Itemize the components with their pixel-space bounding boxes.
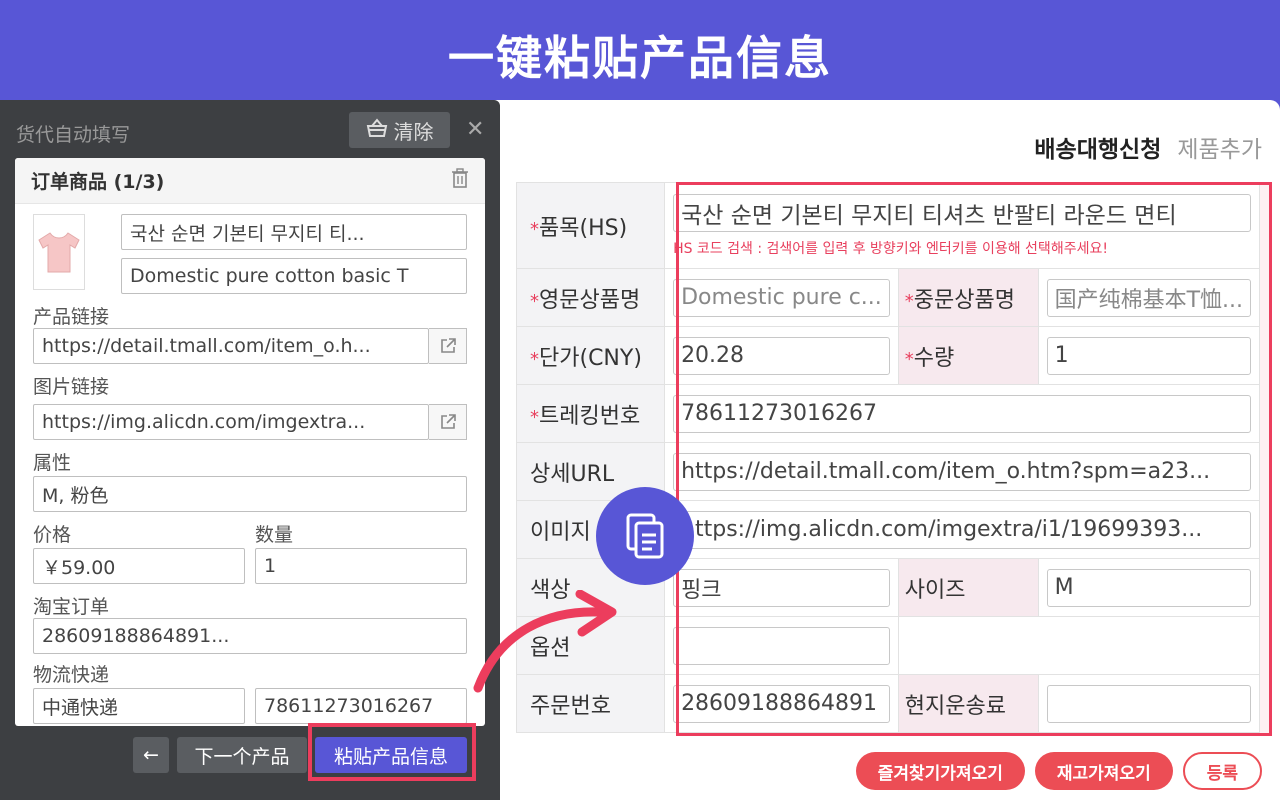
qty-label: *수량 xyxy=(897,326,1039,385)
detail-url-input[interactable]: https://detail.tmall.com/item_o.htm?spm=… xyxy=(673,452,1251,491)
en-name-label: *영문상품명 xyxy=(515,268,666,327)
load-stock-button[interactable]: 재고가져오기 xyxy=(1034,752,1173,790)
attributes-field[interactable]: M, 粉色 xyxy=(33,476,467,512)
color-input[interactable]: 핑크 xyxy=(673,568,890,607)
option-input[interactable] xyxy=(673,626,890,665)
tracking-label: *트레킹번호 xyxy=(515,384,666,443)
extension-title: 货代自动填写 xyxy=(16,124,131,146)
taobao-order-field[interactable]: 28609188864891... xyxy=(33,618,467,654)
product-thumbnail xyxy=(33,214,85,290)
price-input[interactable]: 20.28 xyxy=(673,336,890,375)
logistics-label: 物流快递 xyxy=(33,664,110,686)
en-name-input[interactable]: Domestic pure c... xyxy=(673,278,890,317)
taobao-order-label: 淘宝订单 xyxy=(33,596,110,618)
order-no-input[interactable]: 28609188864891 xyxy=(673,684,890,723)
price-label: *단가(CNY) xyxy=(515,326,666,385)
price-field[interactable]: ￥59.00 xyxy=(33,548,245,584)
qty-input[interactable]: 1 xyxy=(1046,336,1251,375)
trash-icon[interactable] xyxy=(451,168,469,193)
product-link-field[interactable]: https://detail.tmall.com/item_o.h... xyxy=(33,328,429,364)
register-button[interactable]: 등록 xyxy=(1182,752,1262,790)
banner-title: 一键粘贴产品信息 xyxy=(448,31,832,85)
curved-arrow-icon xyxy=(473,590,617,693)
image-link-field[interactable]: https://img.alicdn.com/imgextra... xyxy=(33,404,429,440)
autofill-extension-panel: 货代自动填写 清除 ✕ 订单商品 (1/3) 국산 순면 기본티 무지티 티..… xyxy=(0,100,500,800)
next-product-button[interactable]: 下一个产品 xyxy=(177,737,307,773)
card-header: 订单商品 (1/3) xyxy=(15,158,485,204)
tracking-field[interactable]: 78611273016267 xyxy=(255,688,467,724)
load-favorites-button[interactable]: 즐겨찾기가져오기 xyxy=(855,752,1025,790)
card-title: 订单商品 (1/3) xyxy=(31,171,165,193)
basket-icon xyxy=(366,117,388,143)
tshirt-icon xyxy=(38,232,80,273)
carrier-field[interactable]: 中通快递 xyxy=(33,688,245,724)
product-name-en-field[interactable]: Domestic pure cotton basic T xyxy=(121,258,467,294)
hs-hint: HS 코드 검색 : 검색어를 입력 후 방향키와 엔터키를 이용해 선택해주세… xyxy=(673,240,1108,257)
image-link-label: 图片链接 xyxy=(33,376,110,398)
order-product-card: 订单商品 (1/3) 국산 순면 기본티 무지티 티... Domestic p… xyxy=(15,158,485,726)
tab-shipping-request[interactable]: 배송대행신청 xyxy=(1034,130,1161,164)
product-name-kr-field[interactable]: 국산 순면 기본티 무지티 티... xyxy=(121,214,467,250)
image-url-input[interactable]: https://img.alicdn.com/imgextra/i1/19699… xyxy=(673,510,1251,549)
open-product-link-icon[interactable] xyxy=(429,328,467,364)
local-shipping-label: 현지운송료 xyxy=(897,674,1039,733)
attributes-label: 属性 xyxy=(33,452,72,474)
copy-icon xyxy=(596,487,694,585)
size-input[interactable]: M xyxy=(1046,568,1251,607)
clear-label: 清除 xyxy=(393,119,434,144)
previous-product-button[interactable]: ← xyxy=(133,737,169,773)
local-shipping-input[interactable] xyxy=(1046,684,1251,723)
tab-add-product[interactable]: 제품추가 xyxy=(1177,130,1262,164)
form-actions: 즐겨찾기가져오기 재고가져오기 등록 xyxy=(855,752,1262,790)
price-label: 价格 xyxy=(33,524,72,546)
cn-name-input[interactable]: 国产纯棉基本T恤... xyxy=(1046,278,1251,317)
hs-input[interactable]: 국산 순면 기본티 무지티 티셔츠 반팔티 라운드 면티 xyxy=(673,193,1251,232)
clear-button[interactable]: 清除 xyxy=(349,112,450,148)
tracking-input[interactable]: 78611273016267 xyxy=(673,394,1251,433)
open-image-link-icon[interactable] xyxy=(429,404,467,440)
close-icon[interactable]: ✕ xyxy=(466,117,484,142)
product-link-label: 产品链接 xyxy=(33,306,110,328)
cn-name-label: *중문상품명 xyxy=(897,268,1039,327)
paste-product-info-button[interactable]: 粘贴产品信息 xyxy=(315,737,467,773)
quantity-field[interactable]: 1 xyxy=(255,548,467,584)
quantity-label: 数量 xyxy=(255,524,294,546)
hs-label: *품목(HS) xyxy=(515,182,666,269)
form-tabs: 배송대행신청 제품추가 xyxy=(1034,130,1262,164)
size-label: 사이즈 xyxy=(897,558,1039,617)
